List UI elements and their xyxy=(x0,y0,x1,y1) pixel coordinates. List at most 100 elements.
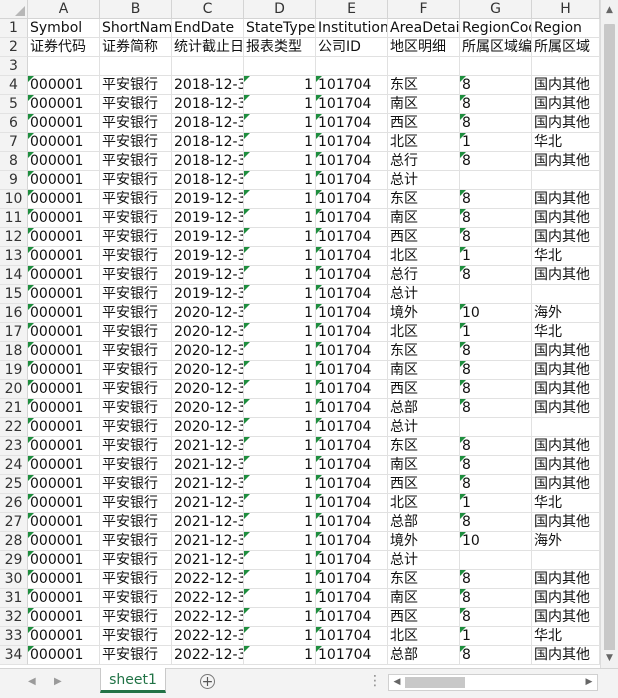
cell-g[interactable]: RegionCod xyxy=(460,19,532,38)
cell-h[interactable]: 国内其他 xyxy=(532,209,600,228)
cell-b[interactable]: 平安银行 xyxy=(100,247,172,266)
cell-f[interactable]: 南区 xyxy=(388,589,460,608)
cell-b[interactable]: 平安银行 xyxy=(100,513,172,532)
cell-f[interactable]: 西区 xyxy=(388,114,460,133)
cell-h[interactable]: 国内其他 xyxy=(532,266,600,285)
cell-g[interactable]: 1 xyxy=(460,323,532,342)
cell-e[interactable]: 101704 xyxy=(316,285,388,304)
row-header[interactable]: 7 xyxy=(0,133,28,152)
cell-c[interactable]: 2020-12-3 xyxy=(172,418,244,437)
cell-c[interactable]: 2018-12-3 xyxy=(172,152,244,171)
row-header[interactable]: 25 xyxy=(0,475,28,494)
sheet-tab-sheet1[interactable]: sheet1 xyxy=(100,668,166,693)
cell-d[interactable]: 1 xyxy=(244,285,316,304)
cell-e[interactable]: 101704 xyxy=(316,95,388,114)
cell-a[interactable]: 000001 xyxy=(28,209,100,228)
cell-a[interactable]: 000001 xyxy=(28,323,100,342)
cell-a[interactable]: 000001 xyxy=(28,627,100,646)
cell-d[interactable]: 1 xyxy=(244,551,316,570)
cell-g[interactable] xyxy=(460,171,532,190)
cell-a[interactable]: 000001 xyxy=(28,361,100,380)
cell-h[interactable] xyxy=(532,285,600,304)
cell-a[interactable]: 000001 xyxy=(28,551,100,570)
cell-e[interactable]: 101704 xyxy=(316,133,388,152)
cell-b[interactable]: 平安银行 xyxy=(100,380,172,399)
cell-g[interactable]: 8 xyxy=(460,399,532,418)
cell-h[interactable]: 国内其他 xyxy=(532,342,600,361)
cell-b[interactable]: 平安银行 xyxy=(100,171,172,190)
cell-f[interactable]: 境外 xyxy=(388,532,460,551)
cell-e[interactable]: 101704 xyxy=(316,228,388,247)
cell-f[interactable]: 西区 xyxy=(388,475,460,494)
cell-f[interactable]: 南区 xyxy=(388,209,460,228)
cell-a[interactable]: 000001 xyxy=(28,570,100,589)
cell-h[interactable]: 国内其他 xyxy=(532,114,600,133)
cell-d[interactable]: 1 xyxy=(244,418,316,437)
row-header[interactable]: 15 xyxy=(0,285,28,304)
cell-b[interactable]: 平安银行 xyxy=(100,589,172,608)
cell-a[interactable]: 000001 xyxy=(28,133,100,152)
cell-e[interactable]: 101704 xyxy=(316,608,388,627)
cell-d[interactable]: 1 xyxy=(244,323,316,342)
triangle-right-icon[interactable]: ▶ xyxy=(581,675,597,690)
cell-c[interactable]: 2020-12-3 xyxy=(172,399,244,418)
cell-b[interactable]: 平安银行 xyxy=(100,323,172,342)
cell-b[interactable]: 平安银行 xyxy=(100,228,172,247)
cell-c[interactable]: EndDate xyxy=(172,19,244,38)
cell-d[interactable]: 1 xyxy=(244,114,316,133)
cell-f[interactable]: 地区明细 xyxy=(388,38,460,57)
cell-d[interactable]: 1 xyxy=(244,247,316,266)
cell-h[interactable] xyxy=(532,418,600,437)
cell-e[interactable]: 101704 xyxy=(316,266,388,285)
cell-f[interactable]: 东区 xyxy=(388,437,460,456)
cell-e[interactable]: 101704 xyxy=(316,513,388,532)
spreadsheet-grid[interactable]: ABCDEFGH 1 2 3 4 5 6 7 8 9 10 11 12 13 14 15 16 17 18 19 20… xyxy=(0,0,600,668)
cell-c[interactable]: 2018-12-3 xyxy=(172,76,244,95)
cell-c[interactable]: 2022-12-3 xyxy=(172,589,244,608)
cell-f[interactable]: 西区 xyxy=(388,608,460,627)
cell-e[interactable]: 101704 xyxy=(316,589,388,608)
cell-f[interactable]: 南区 xyxy=(388,95,460,114)
cell-f[interactable]: 总计 xyxy=(388,551,460,570)
cell-g[interactable]: 1 xyxy=(460,627,532,646)
cell-f[interactable]: 东区 xyxy=(388,190,460,209)
cell-d[interactable]: 1 xyxy=(244,513,316,532)
cell-b[interactable]: 平安银行 xyxy=(100,551,172,570)
cell-h[interactable]: 华北 xyxy=(532,494,600,513)
cell-c[interactable]: 2021-12-3 xyxy=(172,551,244,570)
cell-e[interactable]: 101704 xyxy=(316,361,388,380)
cell-b[interactable]: 平安银行 xyxy=(100,114,172,133)
triangle-down-icon[interactable]: ▼ xyxy=(601,650,618,666)
cell-c[interactable]: 2020-12-3 xyxy=(172,342,244,361)
cell-c[interactable]: 2020-12-3 xyxy=(172,380,244,399)
cell-f[interactable]: 总行 xyxy=(388,152,460,171)
cell-a[interactable]: 000001 xyxy=(28,399,100,418)
cell-a[interactable]: 000001 xyxy=(28,190,100,209)
cell-g[interactable]: 8 xyxy=(460,475,532,494)
cell-c[interactable]: 2019-12-3 xyxy=(172,209,244,228)
cell-h[interactable]: 所属区域 xyxy=(532,38,600,57)
cell-c[interactable]: 2019-12-3 xyxy=(172,266,244,285)
cell-c[interactable]: 2019-12-3 xyxy=(172,190,244,209)
cell-b[interactable]: 平安银行 xyxy=(100,608,172,627)
cell-a[interactable]: 000001 xyxy=(28,285,100,304)
cell-e[interactable]: 101704 xyxy=(316,475,388,494)
cell-c[interactable]: 2020-12-3 xyxy=(172,361,244,380)
cell-g[interactable]: 10 xyxy=(460,304,532,323)
cell-c[interactable]: 2020-12-3 xyxy=(172,323,244,342)
cell-g[interactable] xyxy=(460,285,532,304)
cell-h[interactable]: 国内其他 xyxy=(532,380,600,399)
cell-c[interactable]: 2018-12-3 xyxy=(172,114,244,133)
cell-d[interactable]: 1 xyxy=(244,475,316,494)
cell-e[interactable]: 101704 xyxy=(316,627,388,646)
cell-a[interactable]: 000001 xyxy=(28,76,100,95)
cell-a[interactable]: 000001 xyxy=(28,152,100,171)
cell-e[interactable] xyxy=(316,57,388,76)
cell-g[interactable]: 1 xyxy=(460,247,532,266)
cell-e[interactable]: 101704 xyxy=(316,456,388,475)
cell-b[interactable]: 平安银行 xyxy=(100,76,172,95)
cell-a[interactable]: 000001 xyxy=(28,475,100,494)
cell-g[interactable]: 8 xyxy=(460,589,532,608)
cell-f[interactable]: 总行 xyxy=(388,266,460,285)
row-header[interactable]: 29 xyxy=(0,551,28,570)
